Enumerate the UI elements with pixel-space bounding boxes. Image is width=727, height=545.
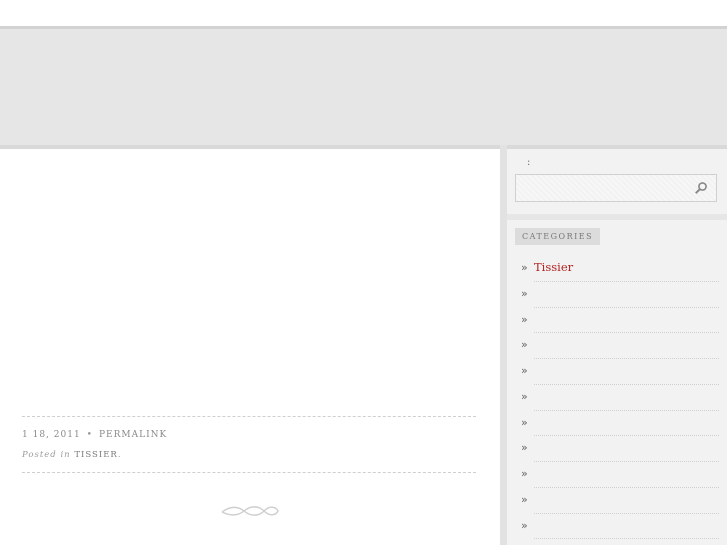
top-bar bbox=[0, 0, 727, 26]
chevron-double-right-icon: » bbox=[521, 492, 528, 506]
category-item[interactable]: » bbox=[507, 333, 727, 359]
posted-in-period: . bbox=[117, 450, 122, 460]
category-link[interactable]: Tissier bbox=[534, 260, 573, 274]
post-category-link[interactable]: TISSIER bbox=[74, 450, 118, 460]
category-item[interactable]: » bbox=[507, 308, 727, 334]
post-date: 1 18, 2011 bbox=[22, 430, 81, 440]
categories-list: » Tissier » » » » » » » » » » bbox=[507, 256, 727, 540]
flourish-ornament-icon bbox=[221, 506, 279, 516]
category-item[interactable]: » bbox=[507, 462, 727, 488]
search-icon[interactable] bbox=[694, 181, 708, 195]
chevron-double-right-icon: » bbox=[521, 441, 528, 455]
meta-divider-bottom bbox=[22, 472, 476, 473]
chevron-double-right-icon: » bbox=[521, 389, 528, 403]
posted-in-label: Posted in bbox=[22, 450, 71, 460]
chevron-double-right-icon: » bbox=[521, 415, 528, 429]
category-item[interactable]: » bbox=[507, 359, 727, 385]
chevron-double-right-icon: » bbox=[521, 286, 528, 300]
chevron-double-right-icon: » bbox=[521, 312, 528, 326]
permalink-link[interactable]: PERMALINK bbox=[99, 430, 167, 440]
categories-title: CATEGORIES bbox=[515, 228, 601, 245]
header-banner bbox=[0, 29, 727, 145]
post-meta: 1 18, 2011 • PERMALINK bbox=[22, 430, 167, 440]
meta-separator: • bbox=[86, 430, 93, 440]
search-input[interactable] bbox=[515, 174, 717, 202]
search-label: : bbox=[527, 157, 531, 168]
post-content bbox=[0, 149, 500, 545]
categories-widget: CATEGORIES » Tissier » » » » » » » » » » bbox=[507, 220, 727, 545]
category-item[interactable]: » bbox=[507, 411, 727, 437]
category-divider bbox=[534, 538, 719, 540]
category-item[interactable]: » bbox=[507, 282, 727, 308]
search-widget: : bbox=[507, 149, 727, 214]
category-item[interactable]: » Tissier bbox=[507, 256, 727, 282]
category-item[interactable]: » bbox=[507, 385, 727, 411]
chevron-double-right-icon: » bbox=[521, 338, 528, 352]
category-item[interactable]: » bbox=[507, 488, 727, 514]
chevron-double-right-icon: » bbox=[521, 364, 528, 377]
chevron-double-right-icon: » bbox=[521, 467, 528, 480]
content-edge bbox=[500, 145, 507, 545]
meta-divider-top bbox=[22, 416, 476, 417]
category-item[interactable]: » bbox=[507, 514, 727, 540]
chevron-double-right-icon: » bbox=[521, 261, 528, 274]
sidebar: : CATEGORIES » Tissier » » » » » » » » » … bbox=[507, 149, 727, 545]
chevron-double-right-icon: » bbox=[521, 518, 528, 532]
posted-in: Posted in TISSIER. bbox=[22, 450, 122, 460]
category-item[interactable]: » bbox=[507, 436, 727, 462]
